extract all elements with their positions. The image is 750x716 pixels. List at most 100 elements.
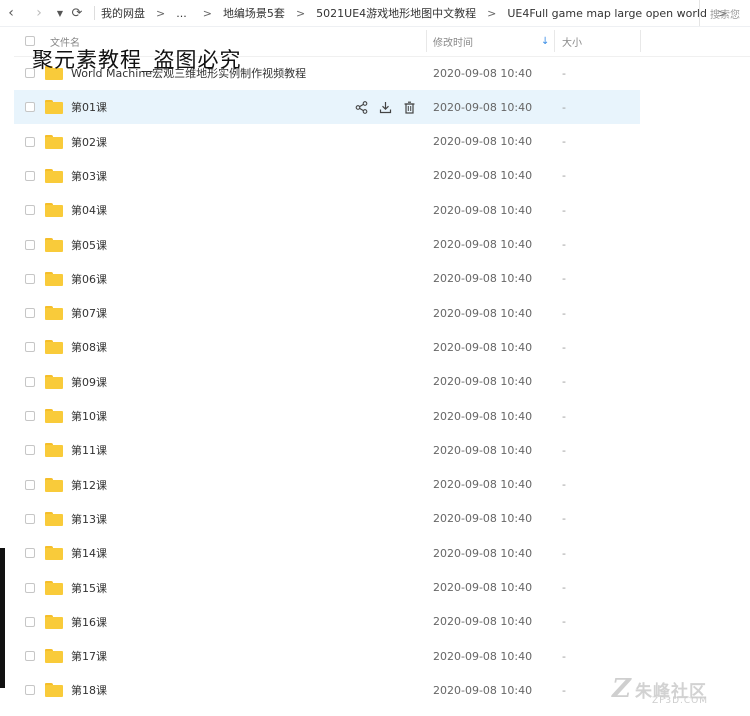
table-row[interactable]: 第14课 2020-09-08 10:40 -	[14, 536, 640, 570]
table-row[interactable]: 第16课 2020-09-08 10:40 -	[14, 605, 640, 639]
row-checkbox[interactable]	[25, 605, 35, 639]
row-checkbox[interactable]	[25, 330, 35, 364]
folder-icon	[45, 399, 63, 433]
row-checkbox[interactable]	[25, 125, 35, 159]
breadcrumb-root[interactable]: 我的网盘	[101, 5, 145, 21]
table-row[interactable]: 第18课 2020-09-08 10:40 -	[14, 673, 640, 707]
file-size: -	[562, 512, 566, 526]
file-modified: 2020-09-08 10:40	[433, 683, 533, 697]
file-name[interactable]: 第06课	[71, 262, 107, 296]
table-row[interactable]: 第12课 2020-09-08 10:40 -	[14, 468, 640, 502]
delete-icon[interactable]	[402, 100, 416, 114]
row-checkbox[interactable]	[25, 468, 35, 502]
download-icon[interactable]	[378, 100, 392, 114]
table-row[interactable]: 第09课 2020-09-08 10:40 -	[14, 365, 640, 399]
row-checkbox[interactable]	[25, 502, 35, 536]
row-checkbox[interactable]	[25, 56, 35, 90]
row-checkbox[interactable]	[25, 399, 35, 433]
row-actions	[354, 90, 416, 124]
table-row[interactable]: 第02课 2020-09-08 10:40 -	[14, 125, 640, 159]
file-name[interactable]: 第11课	[71, 433, 107, 467]
row-checkbox[interactable]	[25, 673, 35, 707]
file-name[interactable]: 第15课	[71, 571, 107, 605]
file-modified: 2020-09-08 10:40	[433, 66, 533, 80]
table-row[interactable]: 第07课 2020-09-08 10:40 -	[14, 296, 640, 330]
file-name[interactable]: 第07课	[71, 296, 107, 330]
forward-icon[interactable]: ›	[28, 2, 50, 24]
file-modified: 2020-09-08 10:40	[433, 203, 533, 217]
table-row[interactable]: 第10课 2020-09-08 10:40 -	[14, 399, 640, 433]
breadcrumb-ellipsis[interactable]: ...	[176, 7, 187, 20]
file-name[interactable]: 第17课	[71, 639, 107, 673]
file-size: -	[562, 66, 566, 80]
column-divider[interactable]	[640, 30, 641, 52]
column-modified[interactable]: 修改时间	[433, 26, 473, 56]
row-checkbox[interactable]	[25, 365, 35, 399]
file-name[interactable]: 第01课	[71, 90, 107, 124]
table-row[interactable]: World Machine宏观三维地形实例制作视频教程 2020-09-08 10…	[14, 56, 640, 90]
file-modified: 2020-09-08 10:40	[433, 443, 533, 457]
table-row[interactable]: 第08课 2020-09-08 10:40 -	[14, 330, 640, 364]
file-name[interactable]: 第18课	[71, 673, 107, 707]
search-input[interactable]: 搜索您	[699, 0, 750, 26]
table-row[interactable]: 第01课 2020-09-08 10:40 -	[14, 90, 640, 125]
file-name[interactable]: 第02课	[71, 125, 107, 159]
file-name[interactable]: 第16课	[71, 605, 107, 639]
file-modified: 2020-09-08 10:40	[433, 649, 533, 663]
table-row[interactable]: 第04课 2020-09-08 10:40 -	[14, 193, 640, 227]
file-modified: 2020-09-08 10:40	[433, 478, 533, 492]
folder-icon	[45, 228, 63, 262]
table-row[interactable]: 第06课 2020-09-08 10:40 -	[14, 262, 640, 296]
breadcrumb-current[interactable]: UE4Full game map large open world	[507, 7, 707, 20]
row-checkbox[interactable]	[25, 536, 35, 570]
column-name[interactable]: 文件名	[50, 26, 80, 56]
table-row[interactable]: 第03课 2020-09-08 10:40 -	[14, 159, 640, 193]
row-checkbox[interactable]	[25, 639, 35, 673]
site-logo: Z 朱峰社区 ZF3D.COM	[612, 674, 707, 706]
folder-icon	[45, 433, 63, 467]
folder-icon	[45, 673, 63, 707]
file-size: -	[562, 340, 566, 354]
file-name[interactable]: 第12课	[71, 468, 107, 502]
file-name[interactable]: 第04课	[71, 193, 107, 227]
file-modified: 2020-09-08 10:40	[433, 272, 533, 286]
table-row[interactable]: 第05课 2020-09-08 10:40 -	[14, 228, 640, 262]
file-size: -	[562, 409, 566, 423]
refresh-icon[interactable]: ⟳	[66, 2, 88, 24]
table-row[interactable]: 第15课 2020-09-08 10:40 -	[14, 571, 640, 605]
row-checkbox[interactable]	[25, 296, 35, 330]
row-checkbox[interactable]	[25, 90, 35, 124]
row-checkbox[interactable]	[25, 262, 35, 296]
file-size: -	[562, 238, 566, 251]
sort-desc-icon[interactable]: ↓	[541, 26, 549, 56]
column-size[interactable]: 大小	[562, 26, 582, 56]
file-name[interactable]: 第14课	[71, 536, 107, 570]
file-name[interactable]: 第13课	[71, 502, 107, 536]
row-checkbox[interactable]	[25, 228, 35, 262]
file-name[interactable]: 第03课	[71, 159, 107, 193]
back-icon[interactable]: ‹	[0, 2, 22, 24]
file-name[interactable]: 第09课	[71, 365, 107, 399]
column-divider[interactable]	[426, 30, 427, 52]
file-name[interactable]: World Machine宏观三维地形实例制作视频教程	[71, 56, 306, 90]
row-checkbox[interactable]	[25, 193, 35, 227]
file-modified: 2020-09-08 10:40	[433, 100, 533, 114]
breadcrumb-separator: >	[295, 6, 306, 20]
file-name[interactable]: 第08课	[71, 330, 107, 364]
file-modified: 2020-09-08 10:40	[433, 546, 533, 560]
table-row[interactable]: 第13课 2020-09-08 10:40 -	[14, 502, 640, 536]
breadcrumb-level-1[interactable]: 地编场景5套	[223, 5, 285, 21]
row-checkbox[interactable]	[25, 159, 35, 193]
file-size: -	[562, 683, 566, 697]
row-checkbox[interactable]	[25, 571, 35, 605]
file-name[interactable]: 第05课	[71, 228, 107, 262]
row-checkbox[interactable]	[25, 433, 35, 467]
dropdown-icon[interactable]: ▼	[54, 2, 66, 24]
breadcrumb-level-2[interactable]: 5021UE4游戏地形地图中文教程	[316, 5, 476, 21]
select-all-checkbox[interactable]	[25, 26, 35, 56]
share-icon[interactable]	[354, 100, 368, 114]
column-divider[interactable]	[554, 30, 555, 52]
table-row[interactable]: 第11课 2020-09-08 10:40 -	[14, 433, 640, 467]
file-name[interactable]: 第10课	[71, 399, 107, 433]
table-row[interactable]: 第17课 2020-09-08 10:40 -	[14, 639, 640, 673]
